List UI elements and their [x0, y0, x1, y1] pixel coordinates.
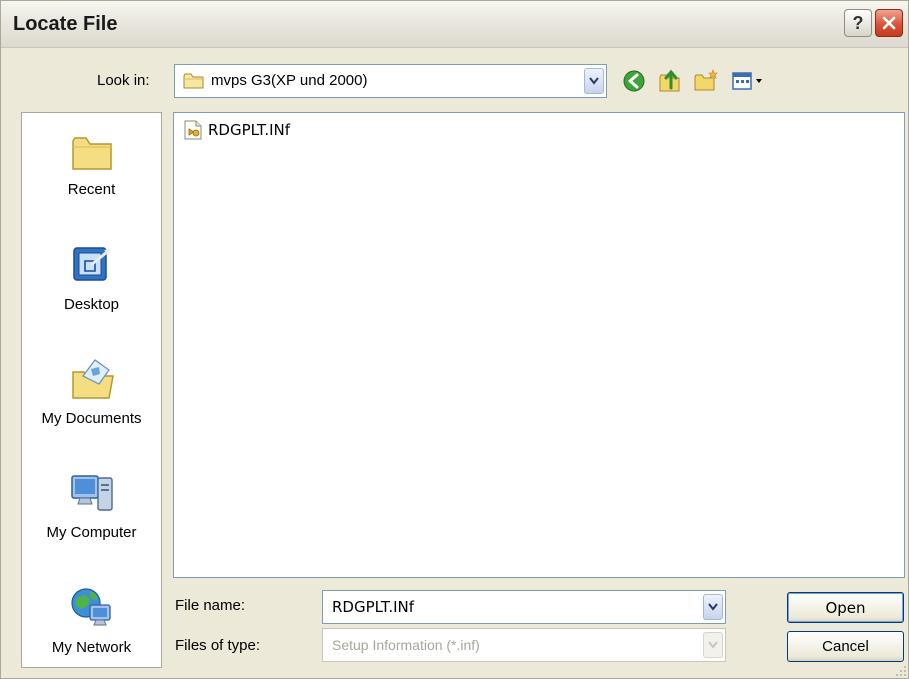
place-label: My Computer [46, 524, 137, 541]
file-name-value: RDGPLT.INf [332, 598, 415, 616]
look-in-dropdown[interactable]: mvps G3(XP und 2000) [174, 64, 607, 98]
place-label: Recent [67, 181, 116, 198]
my-computer-icon [70, 475, 113, 511]
places-bar: Recent Desktop My Documents My Computer … [21, 112, 162, 668]
my-network-icon [70, 588, 111, 626]
place-recent[interactable]: Recent [22, 131, 161, 198]
file-name: RDGPLT.INf [208, 121, 291, 139]
look-in-label: Look in: [97, 72, 150, 89]
file-type-dropdown[interactable]: Setup Information (*.inf) [322, 628, 726, 662]
look-in-dropdown-button[interactable] [584, 68, 604, 94]
chevron-down-icon [708, 641, 718, 649]
place-label: My Network [51, 639, 132, 656]
setup-file-icon [184, 120, 202, 140]
place-my-computer[interactable]: My Computer [22, 470, 161, 541]
my-documents-icon [71, 359, 114, 399]
place-my-network[interactable]: My Network [22, 585, 161, 656]
file-name-field[interactable]: RDGPLT.INf [322, 590, 726, 624]
desktop-icon [72, 247, 110, 281]
list-item[interactable]: RDGPLT.INf [182, 119, 290, 141]
file-name-label: File name: [175, 597, 246, 614]
recent-folder-icon [71, 137, 112, 170]
up-folder-icon[interactable] [657, 68, 683, 94]
file-list[interactable]: RDGPLT.INf [173, 112, 905, 578]
open-button[interactable]: Open [787, 592, 904, 623]
window-title: Locate File [13, 13, 118, 35]
look-in-value: mvps G3(XP und 2000) [211, 72, 368, 89]
place-my-documents[interactable]: My Documents [22, 356, 161, 427]
help-icon: ? [852, 12, 864, 33]
place-desktop[interactable]: Desktop [22, 244, 161, 313]
title-bar[interactable]: Locate File ? [1, 1, 908, 48]
file-name-dropdown-button[interactable] [703, 594, 723, 620]
view-menu-icon[interactable] [730, 68, 766, 94]
chevron-down-icon [708, 603, 718, 611]
file-type-dropdown-button[interactable] [703, 632, 723, 658]
file-type-label: Files of type: [175, 637, 261, 654]
close-button[interactable] [875, 9, 903, 37]
cancel-button[interactable]: Cancel [787, 631, 904, 662]
file-type-value: Setup Information (*.inf) [332, 637, 480, 653]
close-icon [882, 16, 896, 30]
back-icon[interactable] [621, 68, 647, 94]
locate-file-dialog: Locate File ? Look in: mvps G3(XP und 20… [0, 0, 909, 679]
folder-icon [183, 73, 204, 89]
new-folder-icon[interactable] [693, 68, 719, 94]
help-button[interactable]: ? [844, 9, 872, 37]
place-label: Desktop [63, 296, 120, 313]
resize-grip-icon[interactable] [894, 664, 908, 678]
chevron-down-icon [589, 77, 599, 85]
place-label: My Documents [41, 410, 142, 427]
